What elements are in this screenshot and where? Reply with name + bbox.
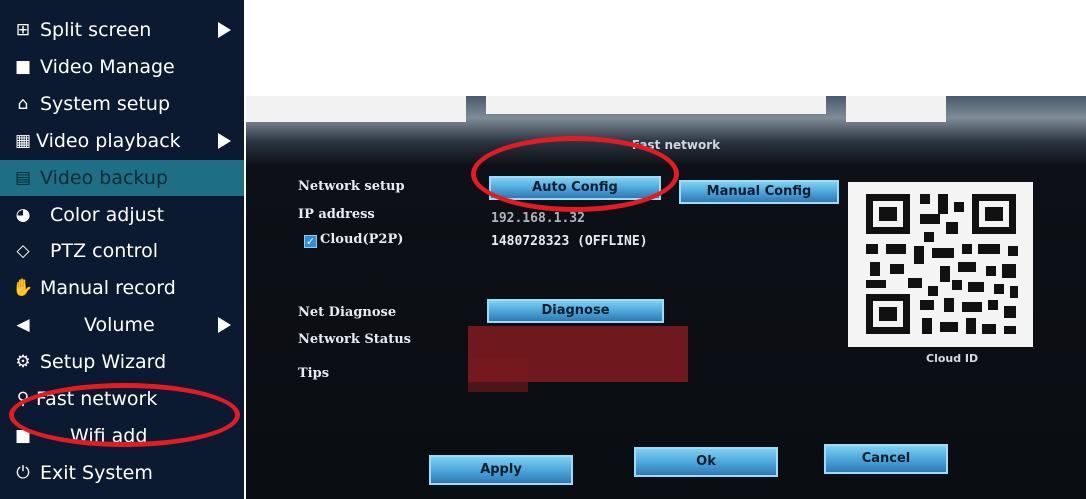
menu-item-color-adjust[interactable]: ◕ Color adjust <box>0 197 244 233</box>
menu-item-video-playback[interactable]: ▦ Video playback <box>0 123 244 159</box>
menu-item-ptz-control[interactable]: ◇ PTZ control <box>0 233 244 269</box>
menu-item-video-manage[interactable]: ■ Video Manage <box>0 49 244 85</box>
menu-item-label: Video playback <box>36 129 181 152</box>
menu-item-manual-record[interactable]: ✋ Manual record <box>0 270 244 306</box>
redacted-area <box>468 358 528 392</box>
qr-code-icon <box>848 182 1033 347</box>
menu-item-volume[interactable]: ◀ Volume <box>0 307 244 343</box>
manual-config-button[interactable]: Manual Config <box>679 180 839 204</box>
menu-item-label: Exit System <box>40 461 153 484</box>
palette-icon: ◕ <box>15 204 31 225</box>
menu-item-label: System setup <box>40 92 171 115</box>
menu-item-label: Manual record <box>40 277 176 300</box>
diagnose-button[interactable]: Diagnose <box>487 299 664 323</box>
tips-label: Tips <box>298 366 330 381</box>
ok-button[interactable]: Ok <box>634 447 778 477</box>
speaker-icon: ◀ <box>16 315 30 336</box>
menu-item-label: Volume <box>84 314 155 337</box>
menu-item-video-backup[interactable]: ▤ Video backup <box>0 159 244 196</box>
qr-code <box>848 182 1033 347</box>
network-status-label: Network Status <box>298 332 411 347</box>
home-icon: ⌂ <box>17 93 29 114</box>
net-diagnose-label: Net Diagnose <box>298 305 397 320</box>
save-icon: ▤ <box>14 167 32 188</box>
film-icon: ▦ <box>14 130 32 151</box>
menu-item-label: Split screen <box>40 19 152 41</box>
menu-item-label: PTZ control <box>50 240 158 263</box>
menu-item-exit-system[interactable]: ⏻ Exit System <box>0 455 244 491</box>
photo-background <box>246 96 466 122</box>
highlight-ring-auto-config <box>471 136 679 212</box>
submenu-arrow-icon <box>218 132 231 149</box>
ip-address-label: IP address <box>298 207 375 222</box>
menu-item-split-screen[interactable]: ⊞ Split screen <box>0 12 244 48</box>
photo-background <box>846 96 946 122</box>
cloud-label: Cloud(P2P) <box>320 232 404 247</box>
menu-item-label: Video Manage <box>40 55 175 78</box>
menu-item-label: Setup Wizard <box>40 351 167 374</box>
menu-item-setup-wizard[interactable]: ⚙ Setup Wizard <box>0 344 244 380</box>
photo-background <box>486 96 826 114</box>
cloud-id-value: 1480728323 (OFFLINE) <box>491 234 648 249</box>
menu-item-label: Color adjust <box>50 203 165 226</box>
menu-item-label: Video backup <box>40 166 168 189</box>
hand-icon: ✋ <box>12 278 34 299</box>
submenu-arrow-icon <box>218 317 231 334</box>
camera-icon: ■ <box>14 56 32 77</box>
submenu-arrow-icon <box>218 22 231 38</box>
cloud-checkbox[interactable]: ✓ <box>304 235 317 248</box>
network-setup-label: Network setup <box>298 179 405 194</box>
wizard-icon: ⚙ <box>15 352 31 373</box>
diamond-icon: ◇ <box>16 241 30 262</box>
power-icon: ⏻ <box>16 462 30 483</box>
ip-address-value: 192.168.1.32 <box>491 211 585 226</box>
menu-item-system-setup[interactable]: ⌂ System setup <box>0 86 244 122</box>
cancel-button[interactable]: Cancel <box>824 444 948 474</box>
grid-icon: ⊞ <box>15 20 31 40</box>
highlight-ring-fast-network <box>9 383 240 447</box>
apply-button[interactable]: Apply <box>429 455 573 485</box>
qr-caption: Cloud ID <box>926 352 979 365</box>
